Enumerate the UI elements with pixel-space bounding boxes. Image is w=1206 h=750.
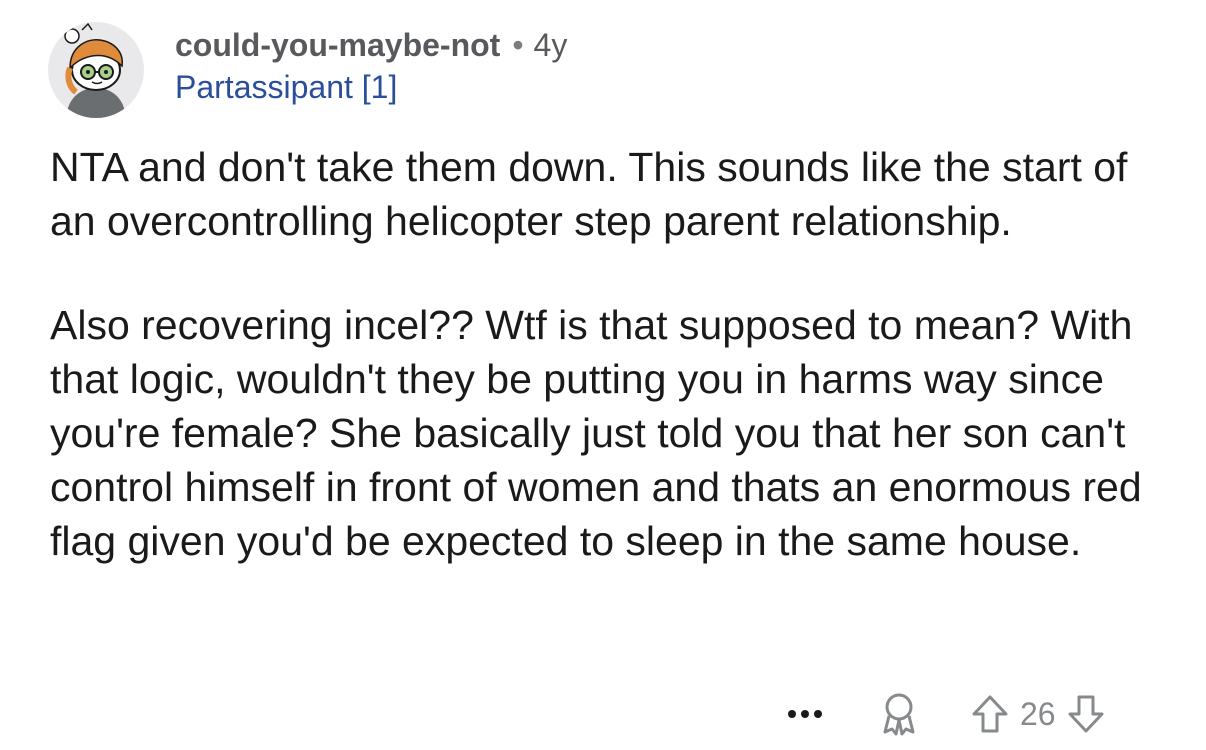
- user-flair: Partassipant [1]: [175, 69, 398, 105]
- comment-body: NTA and don't take them down. This sound…: [50, 140, 1170, 618]
- award-icon: [883, 693, 915, 736]
- vote-controls: 26: [968, 688, 1108, 740]
- comment-paragraph: NTA and don't take them down. This sound…: [50, 144, 1128, 244]
- user-avatar[interactable]: [48, 22, 144, 118]
- comment-meta: could-you-maybe-not • 4y Partassipant [1]: [175, 26, 567, 106]
- vote-score: 26: [1020, 696, 1056, 732]
- avatar-icon: [64, 22, 126, 118]
- meta-separator: •: [512, 27, 524, 63]
- downvote-button[interactable]: [1064, 688, 1108, 740]
- upvote-arrow-icon: [972, 695, 1008, 733]
- username-link[interactable]: could-you-maybe-not: [175, 27, 500, 63]
- downvote-arrow-icon: [1068, 695, 1104, 733]
- comment-age: 4y: [533, 27, 568, 63]
- comment-paragraph: Also recovering incel?? Wtf is that supp…: [50, 302, 1142, 564]
- upvote-button[interactable]: [968, 688, 1012, 740]
- meta-line: could-you-maybe-not • 4y: [175, 26, 567, 64]
- more-options-icon: [788, 710, 822, 718]
- comment: could-you-maybe-not • 4y Partassipant [1] …: [0, 0, 1206, 750]
- award-button[interactable]: [876, 688, 922, 740]
- more-options-button[interactable]: [780, 688, 830, 740]
- comment-actions: 26: [780, 688, 1108, 740]
